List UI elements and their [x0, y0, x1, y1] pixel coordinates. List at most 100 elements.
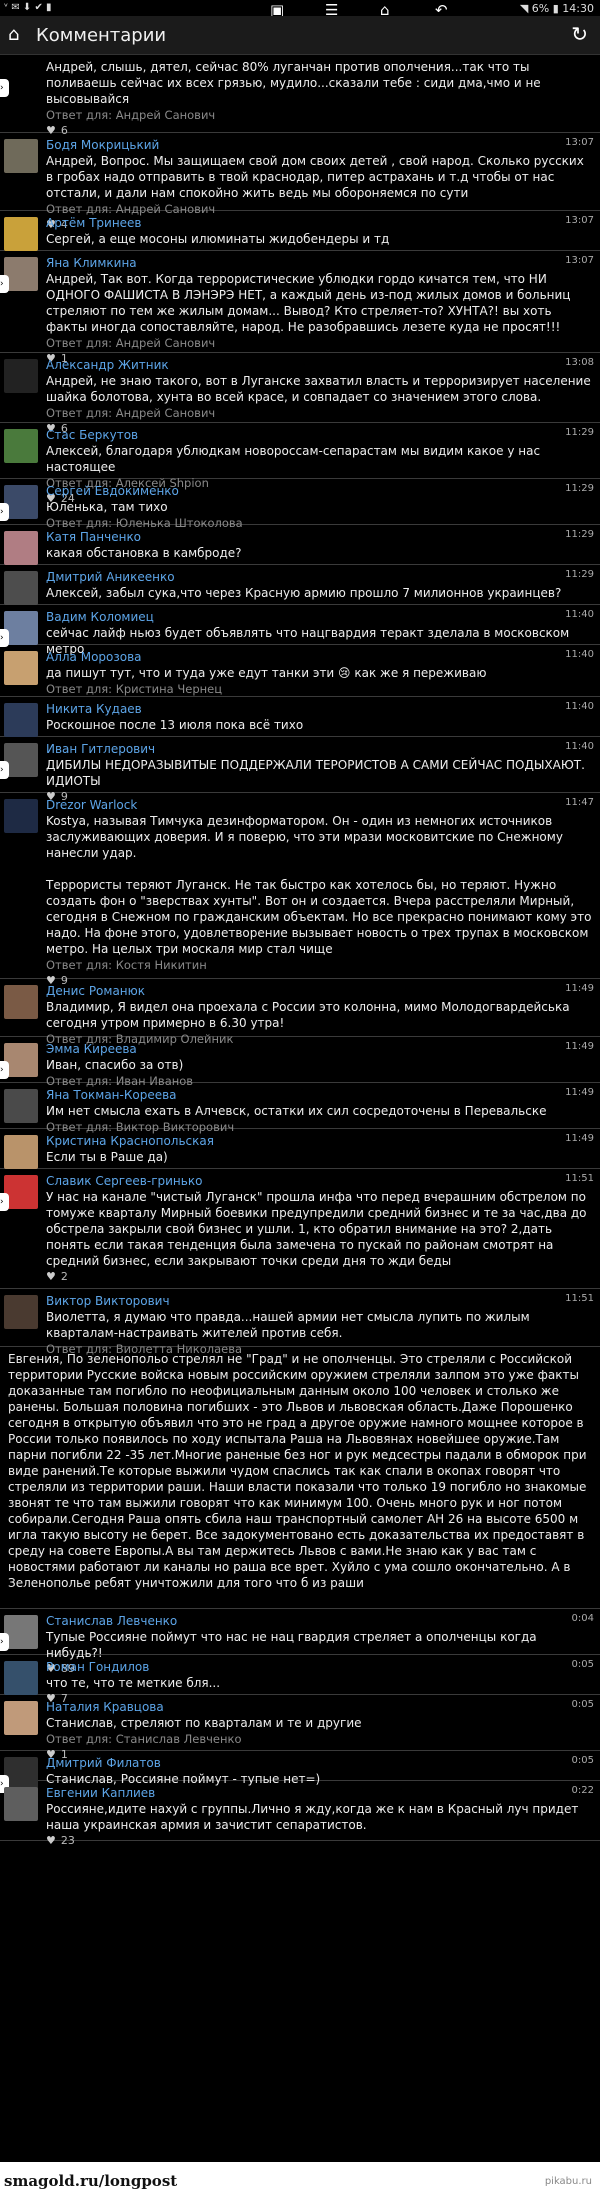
avatar[interactable]	[4, 485, 38, 519]
avatar[interactable]	[4, 1089, 38, 1123]
avatar[interactable]	[4, 799, 38, 833]
author-name[interactable]: Дмитрий Филатов	[46, 1755, 592, 1771]
comment-item[interactable]: Наталия Кравцова 0:05 Станислав, стреляют …	[0, 1695, 600, 1761]
avatar[interactable]	[4, 1615, 38, 1649]
comment-list[interactable]: Андрей, слышь, дятел, сейчас 80% луганча…	[0, 55, 600, 2158]
reply-to[interactable]: Ответ для: Станислав Левченко	[46, 1731, 592, 1747]
avatar[interactable]	[4, 985, 38, 1019]
comment-item[interactable]: Алла Морозова 11:40 да пишут тут, что и ту…	[0, 645, 600, 697]
comment-item[interactable]: Александр Житник 13:08 Андрей, не знаю так…	[0, 353, 600, 435]
reply-arrow-icon[interactable]: ›	[0, 1061, 9, 1079]
avatar[interactable]	[4, 217, 38, 251]
reply-to[interactable]: Ответ для: Кристина Чернец	[46, 681, 592, 697]
timestamp: 11:40	[565, 609, 594, 620]
author-name[interactable]: Алла Морозова	[46, 649, 592, 665]
avatar[interactable]	[4, 611, 38, 645]
comment-item[interactable]: Роман Гондилов 0:05 что те, что те меткие …	[0, 1655, 600, 1705]
reply-arrow-icon[interactable]: ›	[0, 275, 9, 293]
author-name[interactable]: Стас Беркутов	[46, 427, 592, 443]
comment-text: Kostya, называя Тимчука дезинформатором.…	[46, 814, 592, 956]
author-name[interactable]: Дмитрий Аникеенко	[46, 569, 592, 585]
avatar[interactable]	[4, 1043, 38, 1077]
comment-item[interactable]: Евгения, По зеленопольо стрелял не "Град…	[0, 1347, 600, 1609]
timestamp: 11:51	[565, 1293, 594, 1304]
reply-arrow-icon[interactable]: ›	[0, 761, 9, 779]
author-name[interactable]: Денис Романюк	[46, 983, 592, 999]
reply-arrow-icon[interactable]: ›	[0, 503, 9, 521]
comment-item[interactable]: Drezor Warlock 11:47 Kostya, называя Тимчу…	[0, 793, 600, 987]
author-name[interactable]: Роман Гондилов	[46, 1659, 592, 1675]
author-name[interactable]: Кристина Краснопольская	[46, 1133, 592, 1149]
author-name[interactable]: Александр Житник	[46, 357, 592, 373]
comment-item[interactable]: Евгении Каплиев 0:22 Россияне,идите нахуй …	[0, 1781, 600, 1847]
avatar[interactable]	[4, 359, 38, 393]
reply-arrow-icon[interactable]: ›	[0, 1193, 9, 1211]
author-name[interactable]: Яна Климкина	[46, 255, 592, 271]
avatar[interactable]	[4, 1175, 38, 1209]
author-name[interactable]: Drezor Warlock	[46, 797, 592, 813]
comment-item[interactable]: Андрей, слышь, дятел, сейчас 80% луганча…	[0, 55, 600, 137]
heart-icon[interactable]: ♥	[46, 1270, 56, 1283]
avatar[interactable]	[4, 139, 38, 173]
avatar[interactable]	[4, 1787, 38, 1821]
avatar[interactable]	[4, 571, 38, 605]
comment-text: Если ты в Раше да)	[46, 1150, 168, 1164]
author-name[interactable]: Артём Тринеев	[46, 215, 592, 231]
timestamp: 0:05	[571, 1755, 594, 1766]
avatar[interactable]	[4, 1135, 38, 1169]
author-name[interactable]: Вадим Коломиец	[46, 609, 592, 625]
comment-item[interactable]: Яна Токман-Кореева 11:49 Им нет смысла еха…	[0, 1083, 600, 1134]
like-count[interactable]: ♥ 23	[46, 1833, 592, 1849]
author-name[interactable]: Катя Панченко	[46, 529, 592, 545]
comment-item[interactable]: Никита Кудаев 11:40 Роскошное после 13 июл…	[0, 697, 600, 737]
comment-item[interactable]: Кристина Краснопольская 11:49 Если ты в Ра…	[0, 1129, 600, 1169]
home-icon[interactable]: ⌂	[8, 24, 19, 45]
avatar[interactable]	[4, 61, 38, 95]
comment-item[interactable]: Эмма Киреева 11:49 Иван, спасибо за отв) От…	[0, 1037, 600, 1088]
avatar[interactable]	[4, 651, 38, 685]
comment-item[interactable]: Иван Гитлерович 11:40 ДИБИЛЫ НЕДОРАЗЫВИТЫЕ…	[0, 737, 600, 803]
comment-item[interactable]: Станислав Левченко 0:04 Тупые Россияне пой…	[0, 1609, 600, 1675]
avatar[interactable]	[4, 743, 38, 777]
author-name[interactable]: Бодя Мокрицький	[46, 137, 592, 153]
author-name[interactable]: Славик Сергеев-гринько	[46, 1173, 592, 1189]
avatar[interactable]	[4, 1295, 38, 1329]
author-name[interactable]: Никита Кудаев	[46, 701, 592, 717]
comment-item[interactable]: Стас Беркутов 11:29 Алексей, благодаря убл…	[0, 423, 600, 505]
reply-to[interactable]: Ответ для: Андрей Санович	[46, 335, 592, 351]
comment-item[interactable]: Дмитрий Филатов 0:05 Станислав, Россияне п…	[0, 1751, 600, 1793]
author-name[interactable]: Наталия Кравцова	[46, 1699, 592, 1715]
comment-item[interactable]: Славик Сергеев-гринько 11:51 У нас на кана…	[0, 1169, 600, 1289]
author-name[interactable]: Иван Гитлерович	[46, 741, 592, 757]
comment-item[interactable]: Бодя Мокрицький 13:07 Андрей, Вопрос. Мы з…	[0, 133, 600, 231]
avatar[interactable]	[4, 429, 38, 463]
reply-arrow-icon[interactable]: ›	[0, 79, 9, 97]
comment-item[interactable]: Катя Панченко 11:29 какая обстановка в кам…	[0, 525, 600, 565]
reply-arrow-icon[interactable]: ›	[0, 1633, 9, 1651]
comment-item[interactable]: Вадим Коломиец 11:40 сейчас лайф ньюз буде…	[0, 605, 600, 656]
avatar[interactable]	[4, 257, 38, 291]
refresh-icon[interactable]: ↻	[571, 22, 588, 46]
comment-item[interactable]: Виктор Викторович 11:51 Виолетта, я думаю …	[0, 1289, 600, 1356]
comment-item[interactable]: Яна Климкина 13:07 Андрей, Так вот. Когда …	[0, 251, 600, 365]
author-name[interactable]: Сергей Евдокименко	[46, 483, 592, 499]
reply-to[interactable]: Ответ для: Андрей Санович	[46, 405, 592, 421]
like-count[interactable]: ♥ 2	[46, 1269, 592, 1285]
avatar[interactable]	[4, 1701, 38, 1735]
avatar[interactable]	[4, 1661, 38, 1695]
heart-icon[interactable]: ♥	[46, 1834, 56, 1847]
author-name[interactable]: Эмма Киреева	[46, 1041, 592, 1057]
avatar[interactable]	[4, 531, 38, 565]
reply-to[interactable]: Ответ для: Андрей Санович	[46, 107, 592, 123]
author-name[interactable]: Виктор Викторович	[46, 1293, 592, 1309]
reply-to[interactable]: Ответ для: Костя Никитин	[46, 957, 592, 973]
comment-item[interactable]: Сергей Евдокименко 11:29 Юленька, там тихо…	[0, 479, 600, 530]
comment-item[interactable]: Дмитрий Аникеенко 11:29 Алексей, забыл сук…	[0, 565, 600, 605]
comment-item[interactable]: Артём Тринеев 13:07 Сергей, а еще мосоны и…	[0, 211, 600, 251]
avatar[interactable]	[4, 703, 38, 737]
comment-text: Сергей, а еще мосоны илюминаты жидобенде…	[46, 232, 390, 246]
author-name[interactable]: Станислав Левченко	[46, 1613, 592, 1629]
author-name[interactable]: Яна Токман-Кореева	[46, 1087, 592, 1103]
comment-item[interactable]: Денис Романюк 11:49 Владимир, Я видел она …	[0, 979, 600, 1046]
author-name[interactable]: Евгении Каплиев	[46, 1785, 592, 1801]
